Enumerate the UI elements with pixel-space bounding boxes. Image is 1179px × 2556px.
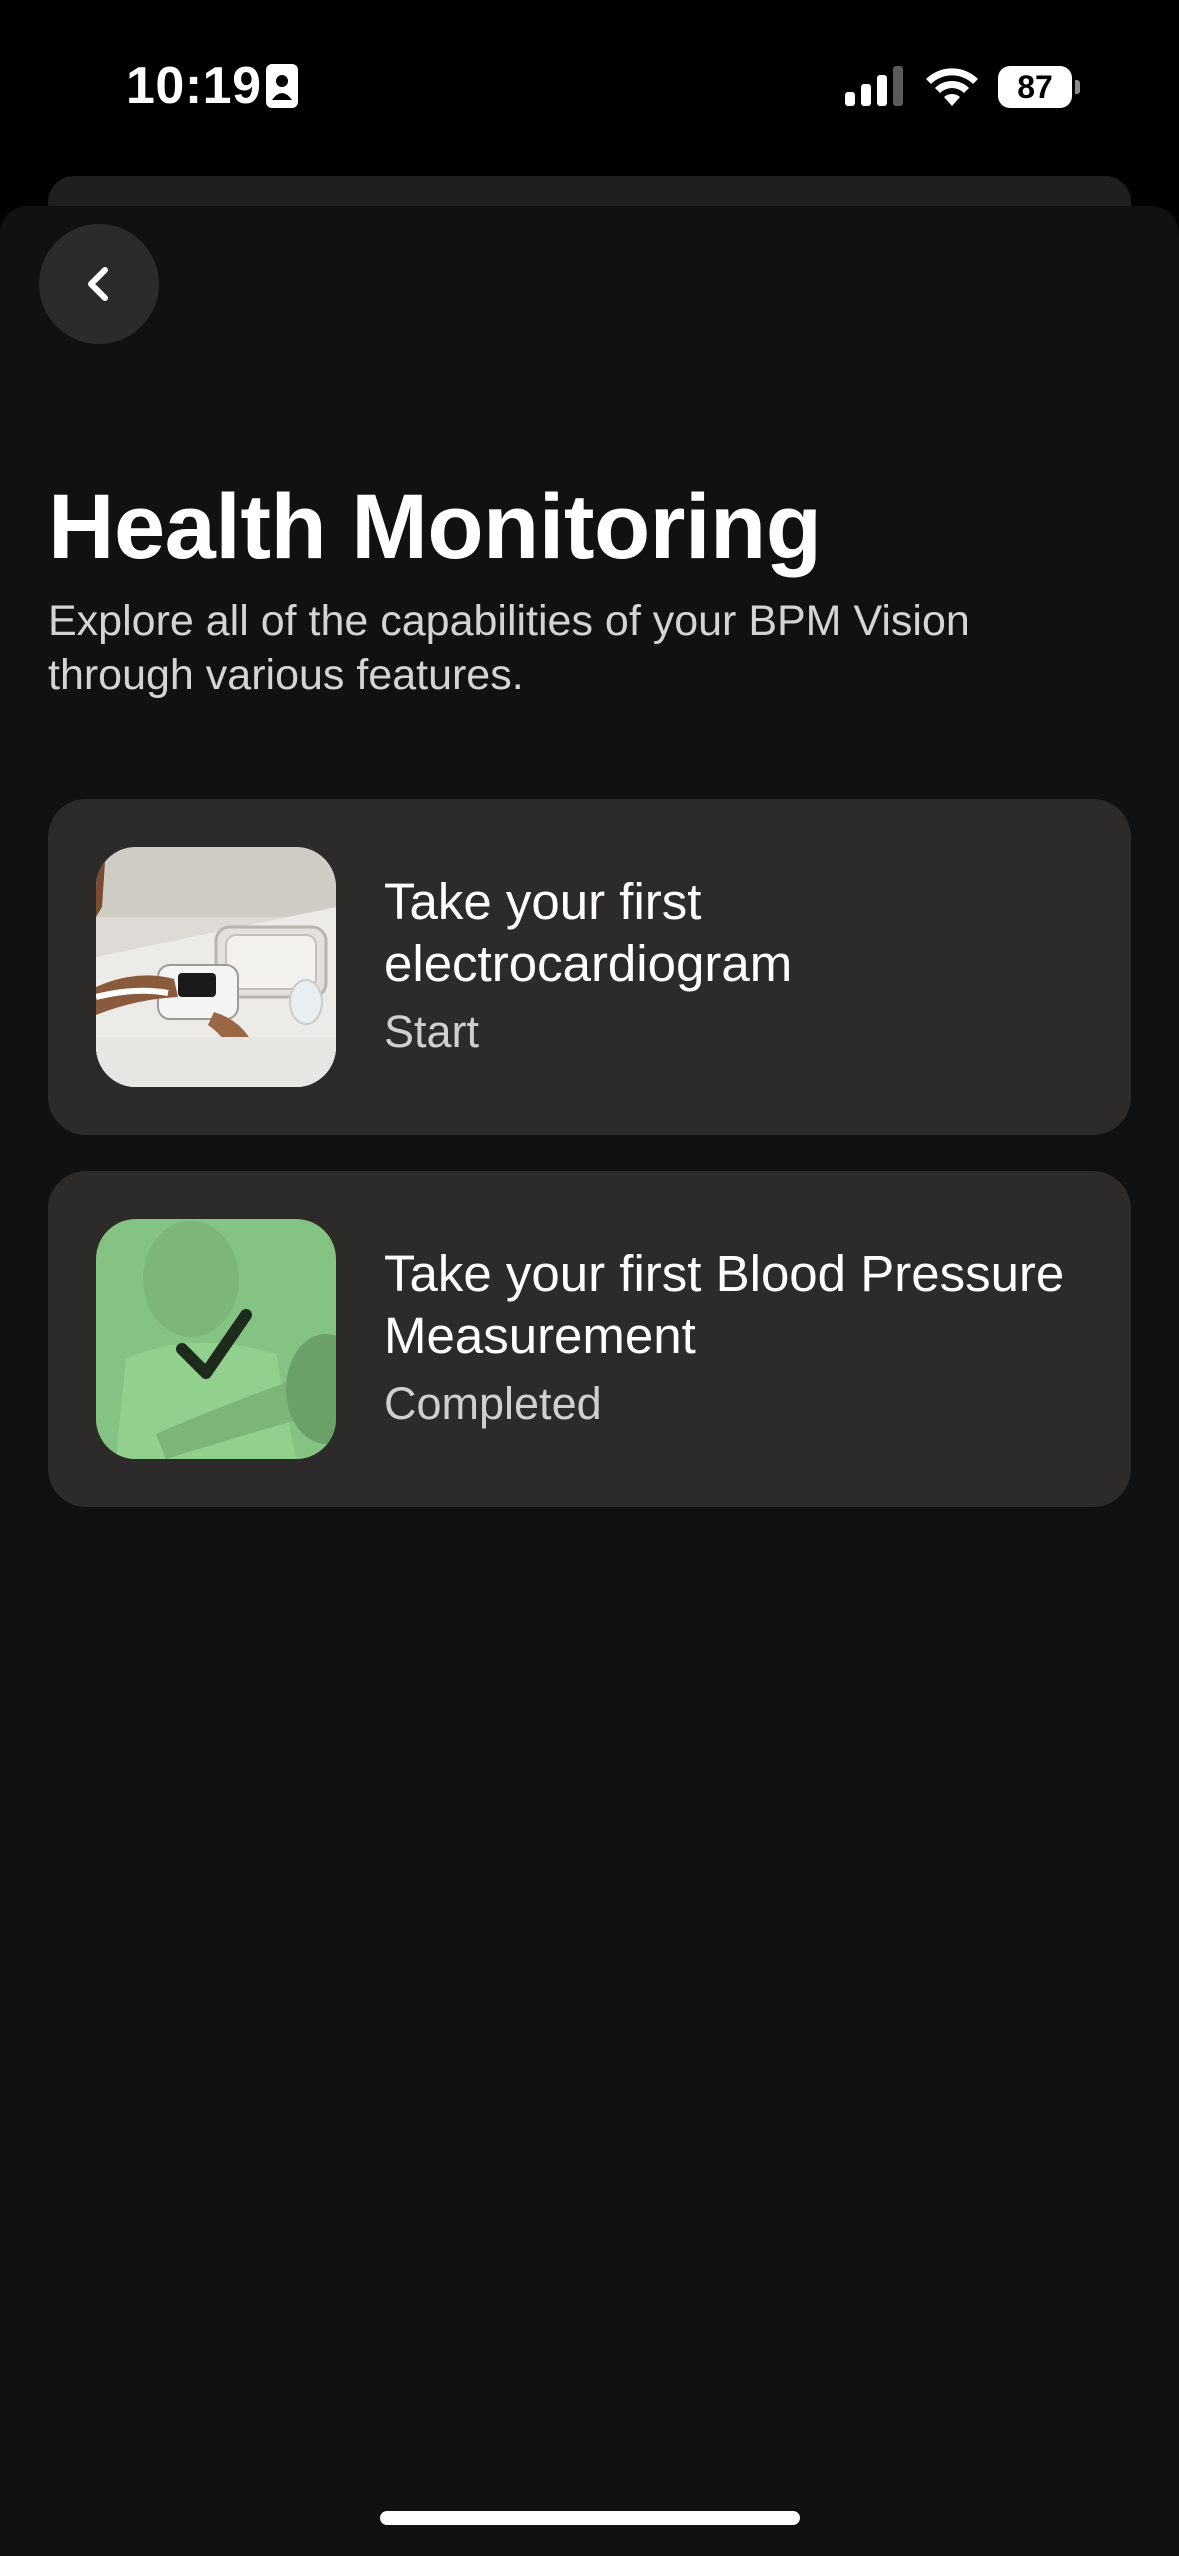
blood-pressure-photo: [96, 1219, 336, 1459]
cellular-signal-icon: [845, 66, 903, 106]
chevron-left-icon: [88, 267, 108, 301]
battery-icon: 87: [998, 66, 1080, 108]
feature-status: Completed: [384, 1378, 602, 1429]
status-bar: 10:19 87: [0, 0, 1179, 170]
status-time: 10:19: [126, 57, 262, 115]
feature-title: Take your first electrocardiogram: [384, 873, 793, 992]
back-button[interactable]: [39, 224, 159, 344]
page-subtitle: Explore all of the capabilities of your …: [48, 597, 970, 699]
feature-card-electrocardiogram[interactable]: Take your first electrocardiogram Start: [48, 799, 1131, 1135]
feature-status: Start: [384, 1006, 480, 1057]
page-title: Health Monitoring: [48, 476, 822, 578]
bpm-device-photo: [96, 847, 336, 1087]
feature-card-blood-pressure[interactable]: Take your first Blood Pressure Measureme…: [48, 1171, 1131, 1507]
wifi-icon: [926, 68, 978, 106]
battery-tip: [1075, 80, 1080, 94]
id-card-icon: [266, 64, 298, 108]
battery-level: 87: [998, 66, 1072, 108]
feature-title: Take your first Blood Pressure Measureme…: [384, 1245, 1065, 1364]
home-indicator[interactable]: [380, 2511, 800, 2525]
